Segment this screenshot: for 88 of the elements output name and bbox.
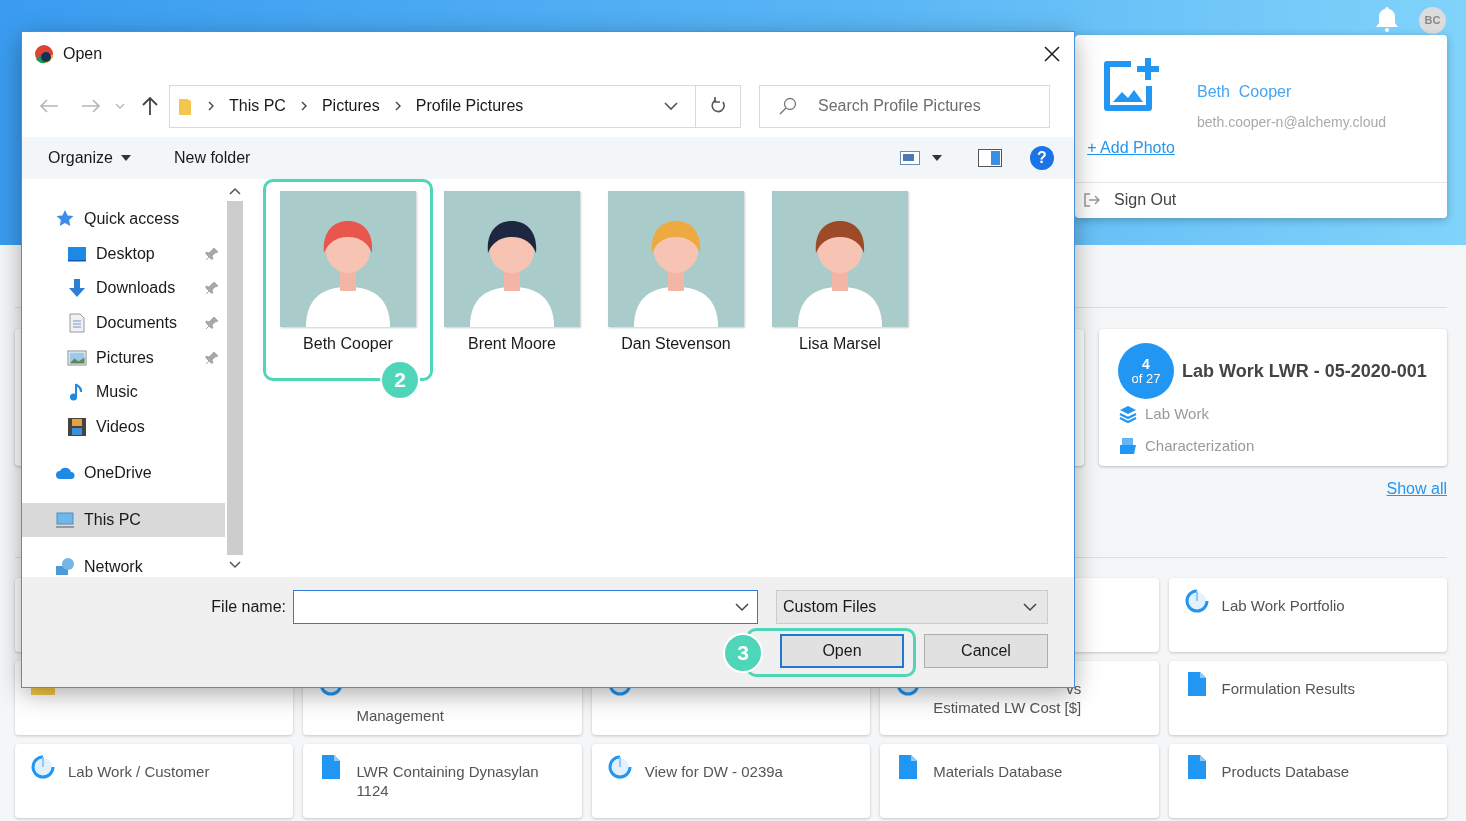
nav-item[interactable]: OneDrive: [22, 456, 225, 491]
file-name[interactable]: Brent Moore: [467, 332, 556, 356]
tile-label: Materials Database: [933, 762, 1063, 781]
avatar-thumbnail[interactable]: [444, 191, 580, 327]
folder-icon: [1119, 436, 1137, 455]
tile-label: View for DW - 0239a: [644, 762, 783, 781]
document-icon: [67, 313, 87, 334]
chart-icon: [30, 754, 56, 780]
nav-item[interactable]: Pictures: [22, 340, 225, 375]
scroll-up-icon[interactable]: [229, 187, 241, 195]
nav-item[interactable]: This PC: [22, 502, 225, 538]
tile-label: Estimated LW Cost [$]: [933, 698, 1082, 717]
scroll-down-icon[interactable]: [229, 561, 241, 569]
search-field[interactable]: Search Profile Pictures: [759, 84, 1050, 128]
caret-icon[interactable]: [932, 155, 942, 161]
step-badge: 3: [723, 633, 763, 673]
tag-label: Characterization: [1145, 435, 1255, 456]
chevron-right-icon: [299, 101, 308, 111]
breadcrumb-link[interactable]: Profile Pictures: [415, 94, 524, 118]
shortcut-tile[interactable]: Lab Work / Customer: [15, 744, 294, 818]
tile-label: Products Database: [1221, 762, 1350, 781]
network-icon: [55, 556, 75, 577]
layers-icon: [1119, 405, 1137, 424]
nav-item[interactable]: Music: [22, 374, 225, 410]
open-button[interactable]: Open: [780, 634, 904, 668]
chevron-down-icon[interactable]: [664, 101, 678, 111]
chart-icon: [606, 754, 633, 780]
nav-item[interactable]: Documents: [22, 305, 225, 341]
breadcrumb-link[interactable]: Pictures: [321, 94, 380, 118]
tag-label: Lab Work: [1145, 404, 1209, 424]
avatar-thumbnail[interactable]: [772, 191, 908, 327]
shortcut-tile[interactable]: Lab Work Portfolio: [1168, 578, 1447, 652]
folder-icon: [179, 97, 191, 115]
film-icon: [67, 416, 87, 437]
shortcut-tile[interactable]: Materials Database: [880, 744, 1159, 818]
chart-icon: [1183, 588, 1210, 614]
refresh-icon[interactable]: [710, 97, 726, 115]
cancel-button[interactable]: Cancel: [924, 634, 1048, 668]
sign-out-icon: [1084, 193, 1100, 207]
organize-menu[interactable]: Organize: [48, 146, 131, 170]
help-button[interactable]: ?: [1030, 146, 1054, 170]
tile-label: Management: [356, 706, 444, 725]
shortcut-tile[interactable]: Formulation Results: [1168, 661, 1447, 735]
app-icon: [34, 43, 54, 64]
chevron-right-icon: [393, 101, 402, 111]
dialog-title: Open: [63, 43, 103, 64]
nav-item[interactable]: Network: [22, 549, 225, 584]
user-email: beth.cooper-n@alchemy.cloud: [1197, 113, 1387, 132]
user-name: Beth Cooper: [1197, 82, 1293, 102]
tile-label: LWR Containing Dynasylan 1124: [356, 762, 540, 800]
nav-item[interactable]: Videos: [22, 409, 225, 445]
file-name[interactable]: Dan Stevenson: [621, 332, 731, 356]
shortcut-tile[interactable]: View for DW - 0239a: [591, 744, 871, 818]
sign-out-item[interactable]: Sign Out: [1114, 188, 1177, 212]
file-name-field[interactable]: [293, 590, 758, 624]
counter-value: 4: [1142, 356, 1150, 372]
download-icon: [67, 278, 87, 299]
counter-total: of 27: [1131, 371, 1161, 386]
caret-icon: [120, 155, 131, 161]
field-label: File name:: [211, 597, 286, 617]
nav-item[interactable]: Downloads: [22, 271, 225, 306]
nav-item[interactable]: Quick access: [22, 202, 225, 237]
shortcut-tile[interactable]: LWR Containing Dynasylan 1124: [303, 744, 582, 818]
new-folder-button[interactable]: New folder: [173, 146, 251, 170]
record-title: Lab Work LWR - 05-2020-001: [1182, 359, 1427, 383]
close-icon[interactable]: [1044, 45, 1060, 62]
file-name[interactable]: Beth Cooper: [303, 332, 393, 356]
tile-label: Formulation Results: [1221, 679, 1355, 698]
step-badge: 2: [380, 360, 420, 400]
file-type-select[interactable]: Custom Files: [776, 590, 1048, 624]
avatar-thumbnail[interactable]: [608, 191, 744, 327]
record-card[interactable]: 4 of 27 Lab Work LWR - 05-2020-001 Lab Work Characterization: [1099, 329, 1447, 466]
chevron-down-icon: [1023, 602, 1037, 612]
up-arrow-icon[interactable]: [141, 96, 159, 116]
chevron-right-icon: [207, 101, 215, 111]
chevron-down-icon[interactable]: [735, 602, 749, 612]
shortcut-tile[interactable]: Products Database: [1168, 744, 1447, 818]
computer-icon: [55, 510, 75, 531]
view-icon[interactable]: [900, 150, 920, 166]
tile-label: Lab Work / Customer: [68, 762, 210, 781]
picture-icon: [67, 347, 87, 368]
file-name[interactable]: Lisa Marsel: [799, 332, 881, 356]
tile-label: Lab Work Portfolio: [1221, 596, 1345, 615]
breadcrumb-link[interactable]: This PC: [229, 94, 286, 118]
avatar-thumbnail[interactable]: [280, 191, 416, 327]
preview-pane-icon[interactable]: [978, 149, 1002, 167]
nav-item[interactable]: Desktop: [22, 236, 225, 272]
search-icon: [779, 96, 797, 115]
